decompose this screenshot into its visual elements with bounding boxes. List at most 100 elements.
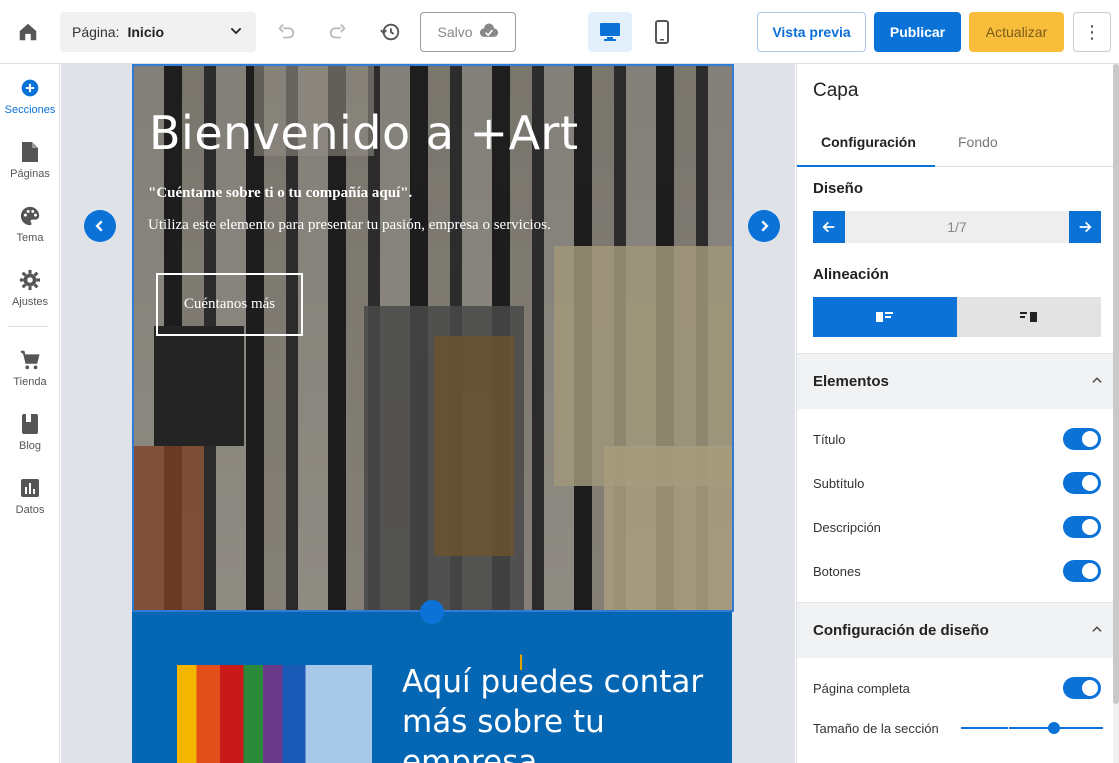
- section-size-slider-track[interactable]: [961, 727, 1103, 729]
- section-size-label: Tamaño de la sección: [813, 720, 939, 736]
- element-row-buttons: Botones: [813, 559, 1101, 583]
- hero-title[interactable]: Bienvenido a +Art: [149, 106, 579, 160]
- buttons-toggle[interactable]: [1063, 560, 1101, 582]
- design-heading: Diseño: [813, 180, 864, 197]
- sidebar-item-label: Datos: [15, 504, 45, 516]
- sidebar-item-label: Secciones: [4, 104, 56, 116]
- about-section[interactable]: Aquí puedes contar más sobre tu empresa: [132, 612, 732, 763]
- next-layout-button[interactable]: [748, 210, 780, 242]
- section-resize-handle[interactable]: [420, 600, 444, 624]
- history-icon[interactable]: [376, 18, 404, 46]
- align-right-button[interactable]: [957, 297, 1101, 337]
- alignment-heading: Alineación: [813, 266, 889, 283]
- page-selector-label: Página:: [72, 24, 120, 40]
- tab-background[interactable]: Fondo: [958, 134, 998, 150]
- layout-settings-group-header[interactable]: Configuración de diseño: [797, 602, 1119, 658]
- top-toolbar: Página: Inicio Salvo Vista previa Public…: [0, 0, 1119, 64]
- section-size-slider-knob[interactable]: [1048, 722, 1060, 734]
- full-page-toggle[interactable]: [1063, 677, 1101, 699]
- tab-configuration[interactable]: Configuración: [821, 134, 916, 150]
- chevron-up-icon: [1090, 622, 1104, 640]
- plus-circle-icon: [20, 76, 40, 100]
- more-options-button[interactable]: ⋮: [1073, 12, 1111, 52]
- pager-next-button[interactable]: [1069, 211, 1101, 243]
- saved-status-button[interactable]: Salvo: [420, 12, 516, 52]
- align-left-button[interactable]: [813, 297, 957, 337]
- cart-icon: [19, 348, 41, 372]
- chevron-left-icon: [95, 220, 103, 232]
- palette-icon: [19, 204, 41, 228]
- undo-icon[interactable]: [272, 18, 300, 46]
- subtitle-toggle[interactable]: [1063, 472, 1101, 494]
- element-label: Botones: [813, 563, 861, 579]
- element-label: Título: [813, 431, 846, 447]
- hero-cta-button[interactable]: Cuéntanos más: [156, 273, 303, 336]
- about-title[interactable]: Aquí puedes contar más sobre tu empresa: [402, 662, 722, 763]
- element-row-title: Título: [813, 427, 1101, 451]
- panel-tabs: Configuración Fondo: [797, 126, 1119, 167]
- full-page-row: Página completa: [813, 676, 1101, 700]
- home-icon[interactable]: [14, 18, 42, 46]
- align-right-icon: [1020, 312, 1037, 322]
- sidebar-item-pages[interactable]: Páginas: [0, 140, 60, 200]
- element-label: Descripción: [813, 519, 881, 535]
- preview-button[interactable]: Vista previa: [757, 12, 866, 52]
- hero-subtitle[interactable]: "Cuéntame sobre ti o tu compañía aquí".: [148, 185, 412, 202]
- sidebar-item-blog[interactable]: Blog: [0, 412, 60, 472]
- chevron-right-icon: [761, 220, 769, 232]
- mobile-view-button[interactable]: [640, 12, 684, 52]
- element-row-subtitle: Subtítulo: [813, 471, 1101, 495]
- text-cursor-icon: I: [518, 650, 525, 675]
- sidebar-item-label: Tema: [16, 232, 44, 244]
- slider-tick: [1008, 725, 1009, 731]
- phone-icon: [655, 20, 669, 44]
- settings-panel: Capa Configuración Fondo Diseño 1/7 Alin…: [796, 64, 1119, 763]
- element-row-description: Descripción: [813, 515, 1101, 539]
- sidebar-item-label: Tienda: [13, 376, 47, 388]
- gear-icon: [19, 268, 41, 292]
- page-selector[interactable]: Página: Inicio: [60, 12, 256, 52]
- elements-group-header[interactable]: Elementos: [797, 353, 1119, 409]
- previous-layout-button[interactable]: [84, 210, 116, 242]
- cloud-check-icon: [479, 23, 499, 42]
- element-label: Subtítulo: [813, 475, 865, 491]
- sidebar-item-theme[interactable]: Tema: [0, 204, 60, 264]
- redo-icon[interactable]: [324, 18, 352, 46]
- pager-value: 1/7: [947, 219, 967, 235]
- full-page-label: Página completa: [813, 680, 910, 696]
- sidebar-item-sections[interactable]: Secciones: [0, 76, 60, 136]
- sidebar-item-store[interactable]: Tienda: [0, 348, 60, 408]
- sidebar-divider: [8, 326, 48, 327]
- chevron-down-icon: [228, 23, 244, 42]
- saved-label: Salvo: [437, 24, 473, 40]
- document-icon: [21, 140, 39, 164]
- sidebar-item-label: Blog: [18, 440, 42, 452]
- title-toggle[interactable]: [1063, 428, 1101, 450]
- description-toggle[interactable]: [1063, 516, 1101, 538]
- editor-canvas: Bienvenido a +Art "Cuéntame sobre ti o t…: [61, 64, 795, 763]
- active-tab-indicator: [797, 165, 935, 167]
- align-left-icon: [876, 312, 893, 322]
- sidebar-item-label: Páginas: [10, 168, 50, 180]
- sidebar-item-settings[interactable]: Ajustes: [0, 268, 60, 328]
- pager-prev-button[interactable]: [813, 211, 845, 243]
- layout-settings-title: Configuración de diseño: [813, 622, 989, 639]
- sidebar-item-data[interactable]: Datos: [0, 476, 60, 536]
- monitor-icon: [600, 23, 620, 41]
- alignment-toggle-group: [813, 297, 1101, 337]
- update-button[interactable]: Actualizar: [969, 12, 1064, 52]
- left-sidebar: Secciones Páginas Tema Ajustes Tienda Bl…: [0, 64, 60, 763]
- publish-button[interactable]: Publicar: [874, 12, 961, 52]
- page-selector-value: Inicio: [127, 24, 165, 40]
- book-icon: [21, 412, 39, 436]
- panel-scrollbar-thumb[interactable]: [1113, 64, 1119, 704]
- desktop-view-button[interactable]: [588, 12, 632, 52]
- about-image[interactable]: [177, 665, 372, 763]
- panel-title: Capa: [813, 80, 859, 101]
- hero-section[interactable]: Bienvenido a +Art "Cuéntame sobre ti o t…: [132, 64, 734, 612]
- arrow-right-icon: [1079, 221, 1092, 233]
- sidebar-item-label: Ajustes: [11, 296, 49, 308]
- hero-description[interactable]: Utiliza este elemento para presentar tu …: [148, 217, 551, 234]
- elements-group-title: Elementos: [813, 373, 889, 390]
- chevron-up-icon: [1090, 373, 1104, 391]
